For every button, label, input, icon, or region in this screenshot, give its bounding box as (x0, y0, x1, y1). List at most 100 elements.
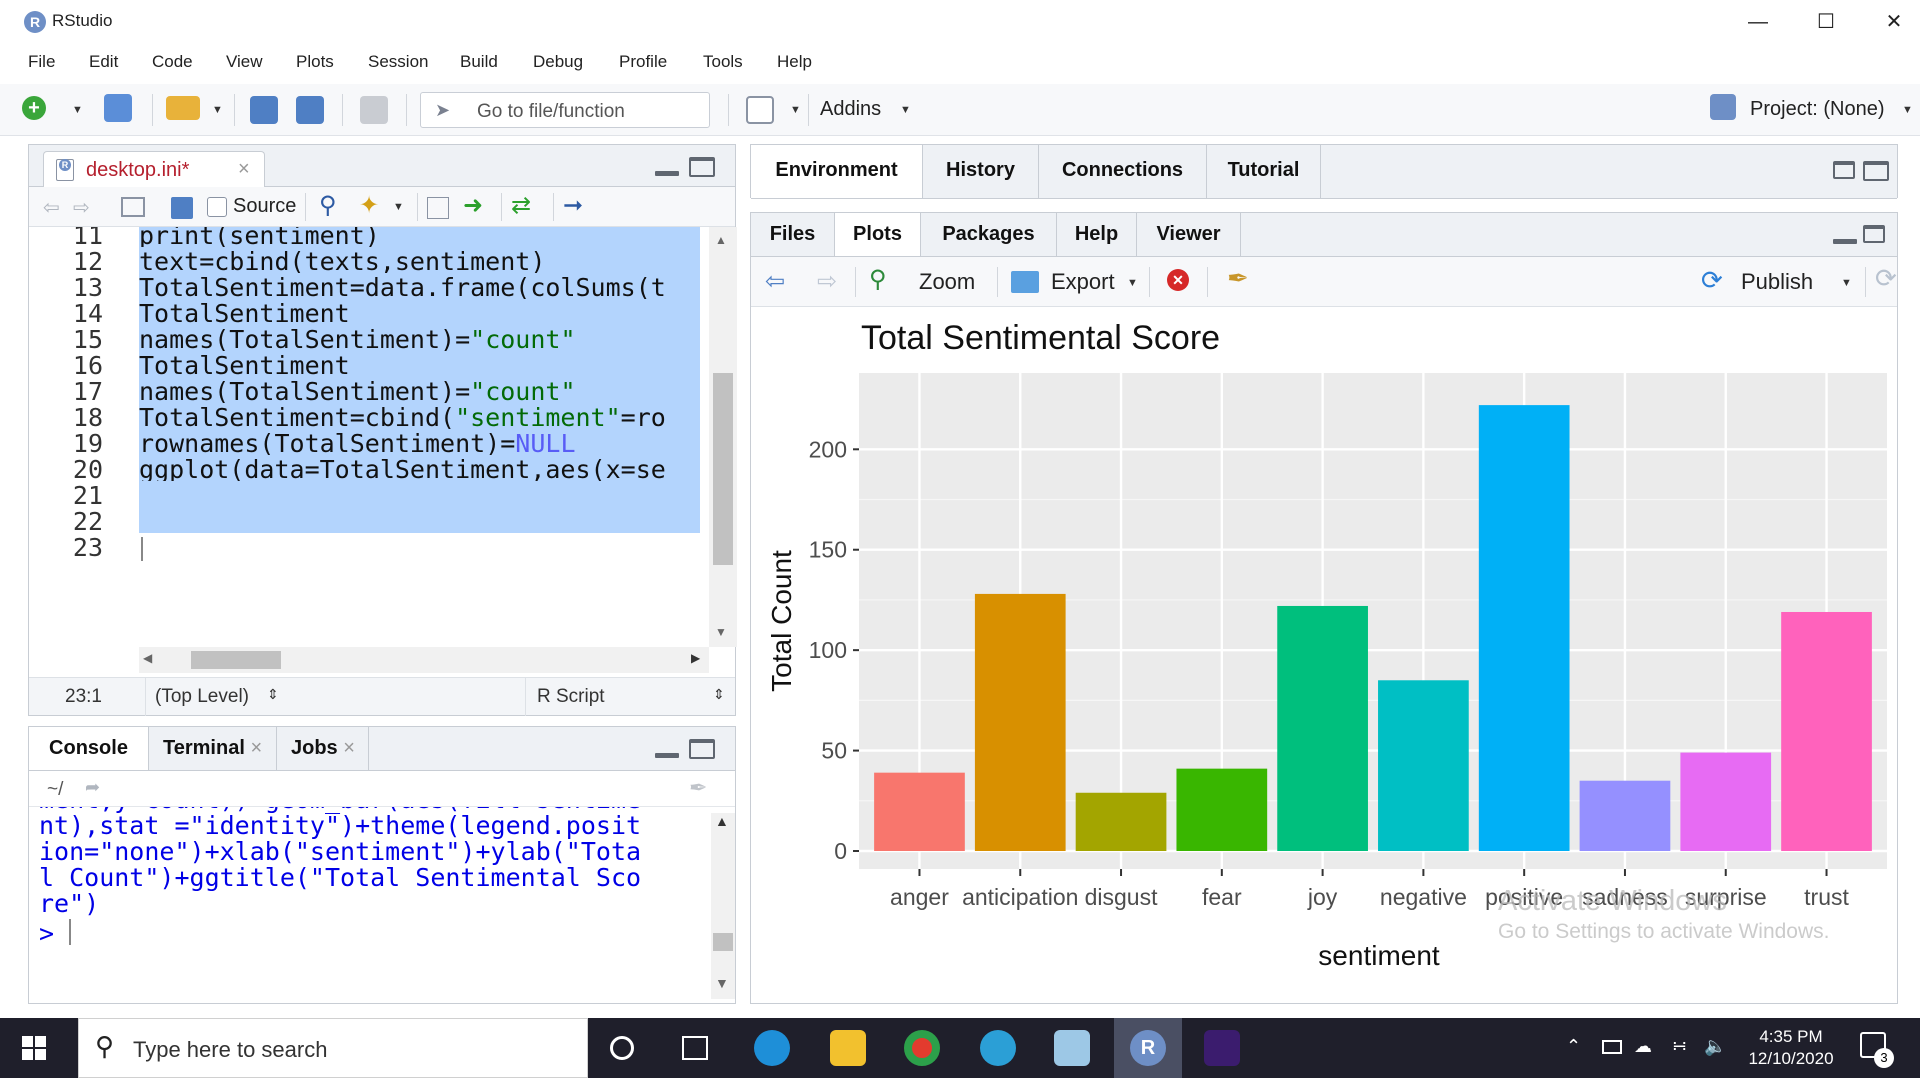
rerun-icon[interactable]: ⇄ (511, 191, 531, 220)
magic-wand-icon[interactable]: ✦ (359, 191, 379, 220)
task-view-icon[interactable] (682, 1036, 708, 1060)
menu-session[interactable]: Session (368, 52, 428, 72)
project-menu[interactable]: Project: (None) (1750, 98, 1885, 121)
chevron-down-icon[interactable]: ▼ (1127, 277, 1138, 289)
edge-icon[interactable] (754, 1030, 790, 1066)
tab-terminal[interactable]: Terminal × (149, 727, 277, 770)
menu-code[interactable]: Code (152, 52, 193, 72)
console-prompt[interactable]: > (39, 919, 54, 948)
next-plot-icon[interactable]: ⇨ (817, 267, 837, 296)
battery-icon[interactable] (1602, 1040, 1622, 1054)
source-on-save-checkbox[interactable] (207, 197, 227, 217)
refresh-icon[interactable]: ⟳ (1875, 263, 1897, 294)
minimize-pane-icon[interactable] (655, 159, 681, 179)
rstudio-taskbar-icon[interactable]: R (1130, 1030, 1166, 1066)
menu-plots[interactable]: Plots (296, 52, 334, 72)
maximize-pane-icon[interactable] (689, 739, 715, 759)
editor-scroll-thumb[interactable] (713, 373, 733, 565)
tab-tutorial[interactable]: Tutorial (1207, 145, 1321, 198)
save-icon[interactable] (250, 96, 278, 124)
menu-debug[interactable]: Debug (533, 52, 583, 72)
previous-plot-icon[interactable]: ⇦ (765, 267, 785, 296)
scroll-down-icon[interactable]: ▼ (715, 625, 727, 639)
editor-hscroll-thumb[interactable] (191, 651, 281, 669)
scroll-up-icon[interactable]: ▲ (715, 813, 729, 829)
cloud-icon[interactable]: ☁ (1634, 1036, 1652, 1057)
new-project-icon[interactable] (104, 94, 132, 122)
menu-edit[interactable]: Edit (89, 52, 118, 72)
restore-pane-icon[interactable] (1863, 225, 1889, 245)
close-icon[interactable]: × (250, 737, 262, 759)
tab-history[interactable]: History (923, 145, 1039, 198)
console-output[interactable]: ment,y=count))+geom_bar(aes(fill=sentime… (39, 807, 709, 1003)
wifi-icon[interactable]: ∺ (1672, 1036, 1687, 1057)
cortana-icon[interactable] (610, 1036, 634, 1060)
chevron-down-icon[interactable]: ▼ (393, 201, 404, 213)
working-dir-label[interactable]: ~/ (47, 779, 63, 801)
minimize-pane-icon[interactable] (1833, 227, 1859, 247)
restore-pane-icon[interactable] (1833, 161, 1859, 181)
publish-button[interactable]: Publish (1741, 269, 1813, 295)
chevron-down-icon[interactable]: ▼ (1841, 277, 1852, 289)
taskbar-search-input[interactable]: ⚲ Type here to search (78, 1018, 588, 1078)
menu-build[interactable]: Build (460, 52, 498, 72)
forward-arrow-icon[interactable]: ⇨ (73, 195, 90, 220)
code-editor[interactable]: 11 print(sentiment) 12 text=cbind(texts,sen… (29, 227, 709, 647)
close-icon[interactable]: × (343, 737, 355, 759)
menu-tools[interactable]: Tools (703, 52, 743, 72)
file-explorer-icon[interactable] (830, 1030, 866, 1066)
close-button[interactable]: ✕ (1874, 6, 1914, 38)
menu-file[interactable]: File (28, 52, 55, 72)
menu-profile[interactable]: Profile (619, 52, 667, 72)
editor-vertical-scrollbar[interactable]: ▲ ▼ (709, 227, 737, 647)
addins-menu[interactable]: Addins (820, 98, 881, 121)
export-image-icon[interactable] (1011, 271, 1039, 293)
zoom-button[interactable]: Zoom (919, 269, 975, 295)
tab-console[interactable]: Console (29, 727, 149, 770)
app-icon[interactable] (1054, 1030, 1090, 1066)
maximize-pane-icon[interactable] (1863, 161, 1889, 181)
chevron-down-icon[interactable]: ▼ (1902, 104, 1913, 116)
go-to-dir-icon[interactable]: ➦ (85, 777, 100, 798)
minimize-pane-icon[interactable] (655, 741, 681, 761)
maximize-pane-icon[interactable] (689, 157, 715, 177)
editor-horizontal-scrollbar[interactable]: ◀ ▶ (139, 647, 709, 673)
maximize-button[interactable]: ☐ (1806, 6, 1846, 38)
back-arrow-icon[interactable]: ⇦ (43, 195, 60, 220)
code-line[interactable]: 23 (29, 533, 709, 565)
tab-help[interactable]: Help (1057, 213, 1137, 256)
menu-view[interactable]: View (226, 52, 263, 72)
tab-files[interactable]: Files (751, 213, 835, 256)
search-icon[interactable]: ⚲ (319, 191, 337, 220)
remove-plot-icon[interactable]: ✕ (1167, 269, 1189, 291)
save-all-icon[interactable] (296, 96, 324, 124)
editor-tab-desktop-ini[interactable]: R desktop.ini* × (43, 151, 265, 188)
grid-layout-icon[interactable] (746, 96, 774, 124)
scroll-right-icon[interactable]: ▶ (691, 651, 700, 665)
tab-viewer[interactable]: Viewer (1137, 213, 1241, 256)
chevron-down-icon[interactable]: ▼ (900, 104, 911, 116)
print-icon[interactable] (360, 96, 388, 124)
tab-environment[interactable]: Environment (751, 145, 923, 198)
close-icon[interactable]: × (238, 158, 250, 181)
chevron-down-icon[interactable]: ▼ (72, 104, 83, 116)
save-icon[interactable] (171, 197, 193, 219)
minimize-button[interactable]: — (1738, 6, 1778, 38)
export-button[interactable]: Export (1051, 269, 1115, 295)
console-scroll-thumb[interactable] (713, 933, 733, 951)
broom-clear-icon[interactable]: ✒ (1227, 263, 1249, 294)
publish-icon[interactable]: ⟳ (1701, 265, 1723, 296)
open-folder-icon[interactable] (166, 96, 200, 120)
scope-selector[interactable]: (Top Level) (155, 686, 249, 708)
show-in-window-icon[interactable] (121, 197, 145, 217)
tab-connections[interactable]: Connections (1039, 145, 1207, 198)
taskbar-clock[interactable]: 4:35 PM 12/10/2020 (1736, 1026, 1846, 1070)
volume-icon[interactable]: 🔈 (1704, 1036, 1726, 1057)
tab-plots[interactable]: Plots (835, 213, 921, 256)
console-vertical-scrollbar[interactable]: ▲ ▼ (711, 813, 735, 999)
windows-start-icon[interactable] (22, 1036, 46, 1060)
app-icon[interactable] (1204, 1030, 1240, 1066)
broom-clear-icon[interactable]: ✒ (689, 775, 707, 801)
run-line-icon[interactable]: ➜ (463, 191, 483, 220)
menu-help[interactable]: Help (777, 52, 812, 72)
